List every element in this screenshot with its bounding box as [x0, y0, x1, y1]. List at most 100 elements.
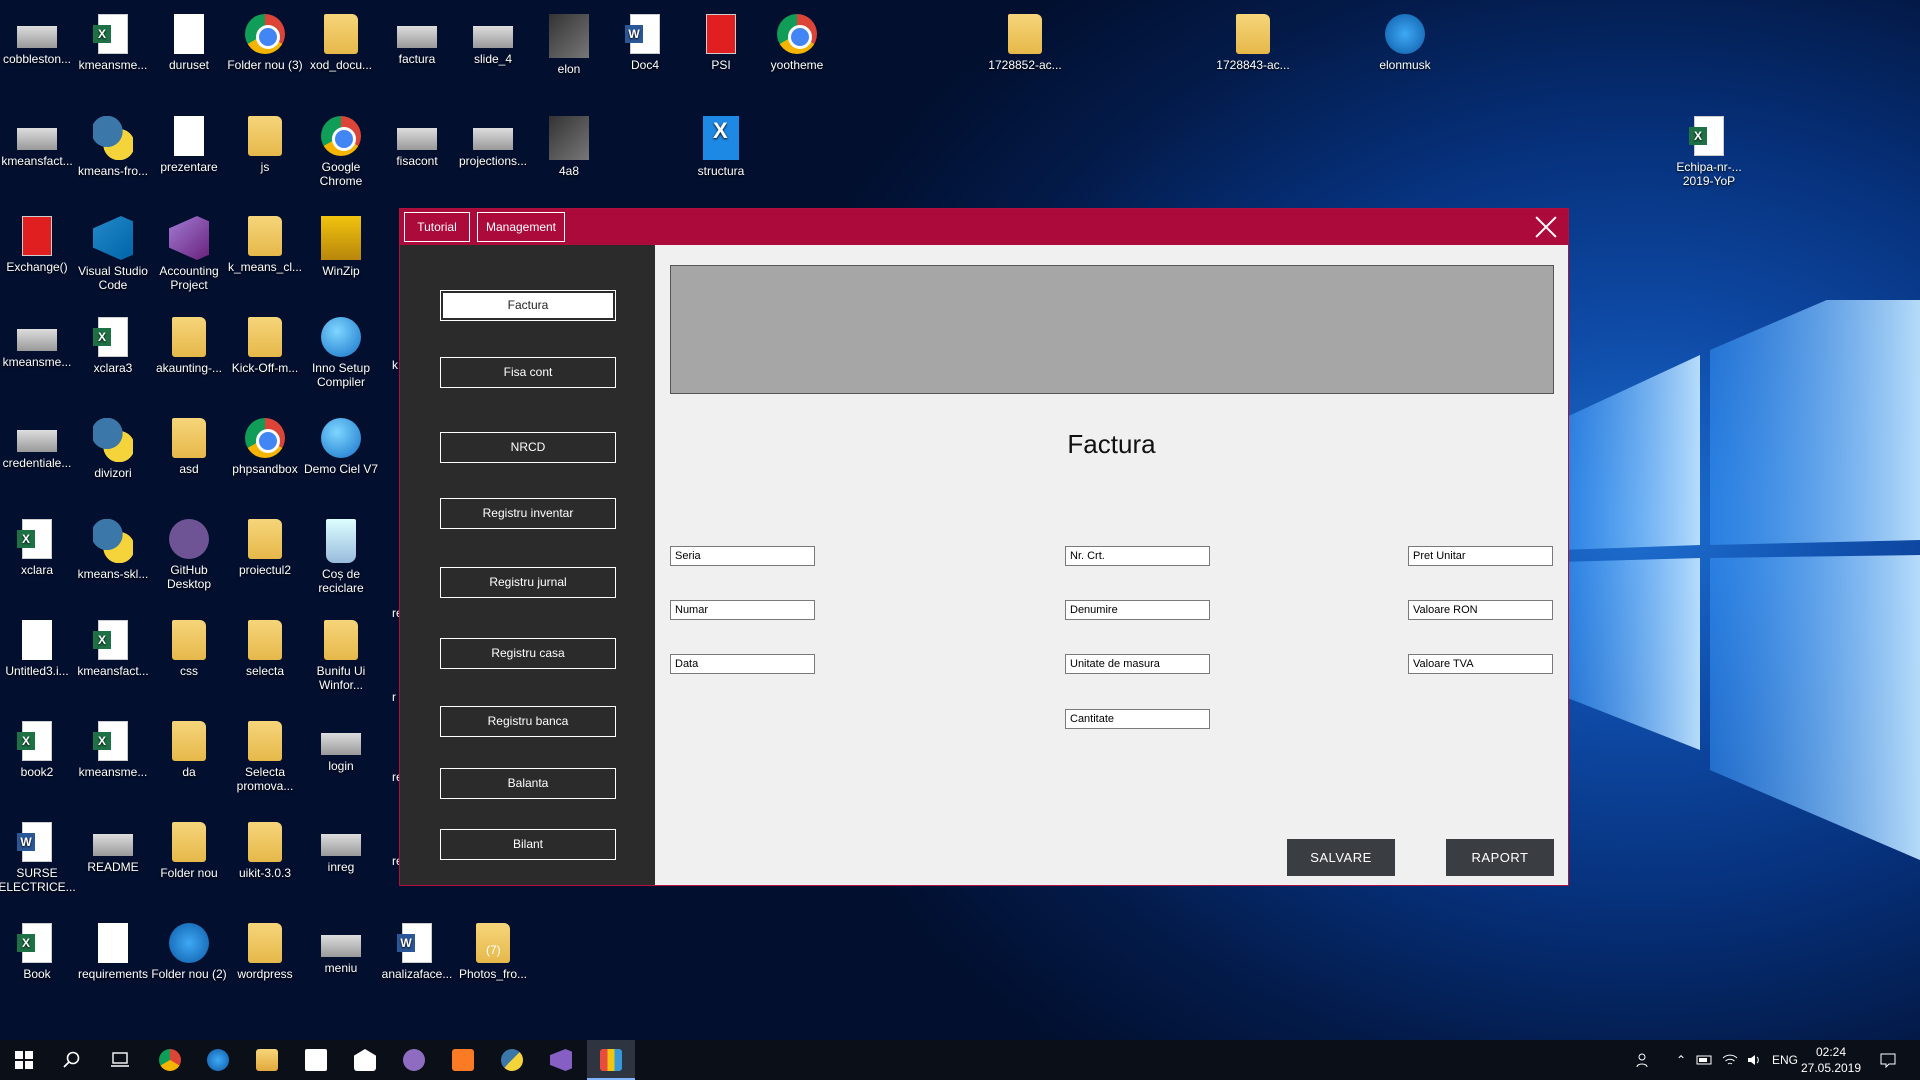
denumire-field[interactable] [1065, 600, 1210, 620]
desktop-icon[interactable]: fisacont [379, 110, 455, 206]
desktop-icon[interactable]: proiectul2 [227, 513, 303, 609]
desktop-icon[interactable]: 4a8 [531, 110, 607, 206]
desktop-icon[interactable]: Folder nou [151, 816, 227, 912]
desktop-icon[interactable]: duruset [151, 8, 227, 104]
task-view-icon[interactable] [96, 1040, 144, 1080]
xampp-icon[interactable] [439, 1040, 487, 1080]
desktop-icon[interactable]: js [227, 110, 303, 206]
desktop-icon[interactable]: analizaface... [379, 917, 455, 1013]
desktop-icon[interactable]: slide_4 [455, 8, 531, 104]
desktop-icon[interactable]: Folder nou (2) [151, 917, 227, 1013]
desktop-icon[interactable]: selecta [227, 614, 303, 710]
file-explorer-icon[interactable] [243, 1040, 291, 1080]
sidebar-item-balanta[interactable]: Balanta [440, 768, 616, 799]
desktop-icon[interactable]: prezentare [151, 110, 227, 206]
sidebar-item-registru-jurnal[interactable]: Registru jurnal [440, 567, 616, 598]
sidebar-item-fisa-cont[interactable]: Fisa cont [440, 357, 616, 388]
notification-icon[interactable] [1880, 1040, 1896, 1080]
sidebar-item-registru-casa[interactable]: Registru casa [440, 638, 616, 669]
desktop-icon[interactable]: da [151, 715, 227, 811]
cantitate-field[interactable] [1065, 709, 1210, 729]
desktop-icon[interactable]: css [151, 614, 227, 710]
numar-field[interactable] [670, 600, 815, 620]
data-field[interactable] [670, 654, 815, 674]
desktop-icon[interactable]: Exchange() [0, 210, 75, 306]
close-icon[interactable] [1530, 211, 1562, 243]
raport-button[interactable]: RAPORT [1446, 839, 1554, 876]
desktop-icon[interactable]: Google Chrome [303, 110, 379, 206]
desktop-icon[interactable]: asd [151, 412, 227, 508]
desktop-icon[interactable]: Visual Studio Code [75, 210, 151, 306]
people-icon[interactable] [1636, 1040, 1652, 1080]
desktop-icon[interactable]: kmeans-skl... [75, 513, 151, 609]
desktop-icon[interactable]: kmeansfact... [75, 614, 151, 710]
desktop-icon[interactable]: Echipa-nr-... 2019-YoP [1671, 110, 1747, 206]
desktop-icon[interactable]: Coș de reciclare [303, 513, 379, 609]
valoare-tva-field[interactable] [1408, 654, 1553, 674]
desktop-icon[interactable]: akaunting-... [151, 311, 227, 407]
sidebar-item-bilant[interactable]: Bilant [440, 829, 616, 860]
desktop-icon[interactable]: WinZip [303, 210, 379, 306]
desktop-icon[interactable]: credentiale... [0, 412, 75, 508]
desktop-icon[interactable]: yootheme [759, 8, 835, 104]
chrome-icon[interactable] [146, 1040, 194, 1080]
desktop-icon[interactable]: wordpress [227, 917, 303, 1013]
desktop-icon[interactable]: Photos_fro... [455, 917, 531, 1013]
desktop-icon[interactable]: Accounting Project [151, 210, 227, 306]
salvare-button[interactable]: SALVARE [1287, 839, 1395, 876]
desktop-icon[interactable]: Demo Ciel V7 [303, 412, 379, 508]
desktop-icon[interactable]: login [303, 715, 379, 811]
desktop-icon[interactable]: xclara [0, 513, 75, 609]
desktop-icon[interactable]: kmeans-fro... [75, 110, 151, 206]
tab-tutorial[interactable]: Tutorial [404, 212, 470, 242]
desktop-icon[interactable]: Bunifu Ui Winfor... [303, 614, 379, 710]
sidebar-item-registru-inventar[interactable]: Registru inventar [440, 498, 616, 529]
sidebar-item-registru-banca[interactable]: Registru banca [440, 706, 616, 737]
visual-studio-icon[interactable] [537, 1040, 585, 1080]
desktop-icon[interactable]: projections... [455, 110, 531, 206]
desktop-icon[interactable]: GitHub Desktop [151, 513, 227, 609]
python-icon[interactable] [488, 1040, 536, 1080]
unitate-masura-field[interactable] [1065, 654, 1210, 674]
language-indicator[interactable]: ENG [1772, 1040, 1798, 1080]
desktop-icon[interactable]: Book [0, 917, 75, 1013]
desktop-icon[interactable]: elon [531, 8, 607, 104]
desktop-icon[interactable]: xclara3 [75, 311, 151, 407]
valoare-ron-field[interactable] [1408, 600, 1553, 620]
desktop-icon[interactable]: Doc4 [607, 8, 683, 104]
desktop-icon[interactable]: divizori [75, 412, 151, 508]
seria-field[interactable] [670, 546, 815, 566]
desktop-icon[interactable]: cobbleston... [0, 8, 75, 104]
wifi-icon[interactable] [1722, 1040, 1738, 1080]
github-icon[interactable] [390, 1040, 438, 1080]
desktop-icon[interactable]: kmeansme... [75, 715, 151, 811]
desktop-icon[interactable]: requirements [75, 917, 151, 1013]
tab-management[interactable]: Management [477, 212, 565, 242]
start-icon[interactable] [0, 1040, 48, 1080]
winforms-app-icon[interactable] [587, 1040, 635, 1080]
battery-icon[interactable] [1696, 1040, 1714, 1080]
desktop-icon[interactable]: kmeansfact... [0, 110, 75, 206]
desktop-icon[interactable]: factura [379, 8, 455, 104]
desktop-icon[interactable]: uikit-3.0.3 [227, 816, 303, 912]
desktop-icon[interactable]: inreg [303, 816, 379, 912]
desktop-icon[interactable]: meniu [303, 917, 379, 1013]
search-icon[interactable] [48, 1040, 96, 1080]
desktop-icon[interactable]: 1728843-ac... [1215, 8, 1291, 104]
chevron-up-icon[interactable]: ⌃ [1676, 1040, 1686, 1080]
desktop-icon[interactable]: Untitled3.i... [0, 614, 75, 710]
desktop-icon[interactable]: 1728852-ac... [987, 8, 1063, 104]
desktop-icon[interactable]: PSI [683, 8, 759, 104]
desktop-icon[interactable]: book2 [0, 715, 75, 811]
mail-icon[interactable] [341, 1040, 389, 1080]
desktop-icon[interactable]: kmeansme... [0, 311, 75, 407]
store-icon[interactable] [292, 1040, 340, 1080]
desktop-icon[interactable]: Folder nou (3) [227, 8, 303, 104]
desktop-icon[interactable]: README [75, 816, 151, 912]
desktop-icon[interactable]: SURSE ELECTRICE... [0, 816, 76, 912]
edge-dev-icon[interactable] [194, 1040, 242, 1080]
clock[interactable]: 02:24 27.05.2019 [1796, 1044, 1866, 1076]
desktop-icon[interactable]: structura [683, 110, 759, 206]
desktop-icon[interactable]: Inno Setup Compiler [303, 311, 379, 407]
sidebar-item-factura[interactable]: Factura [440, 290, 616, 321]
